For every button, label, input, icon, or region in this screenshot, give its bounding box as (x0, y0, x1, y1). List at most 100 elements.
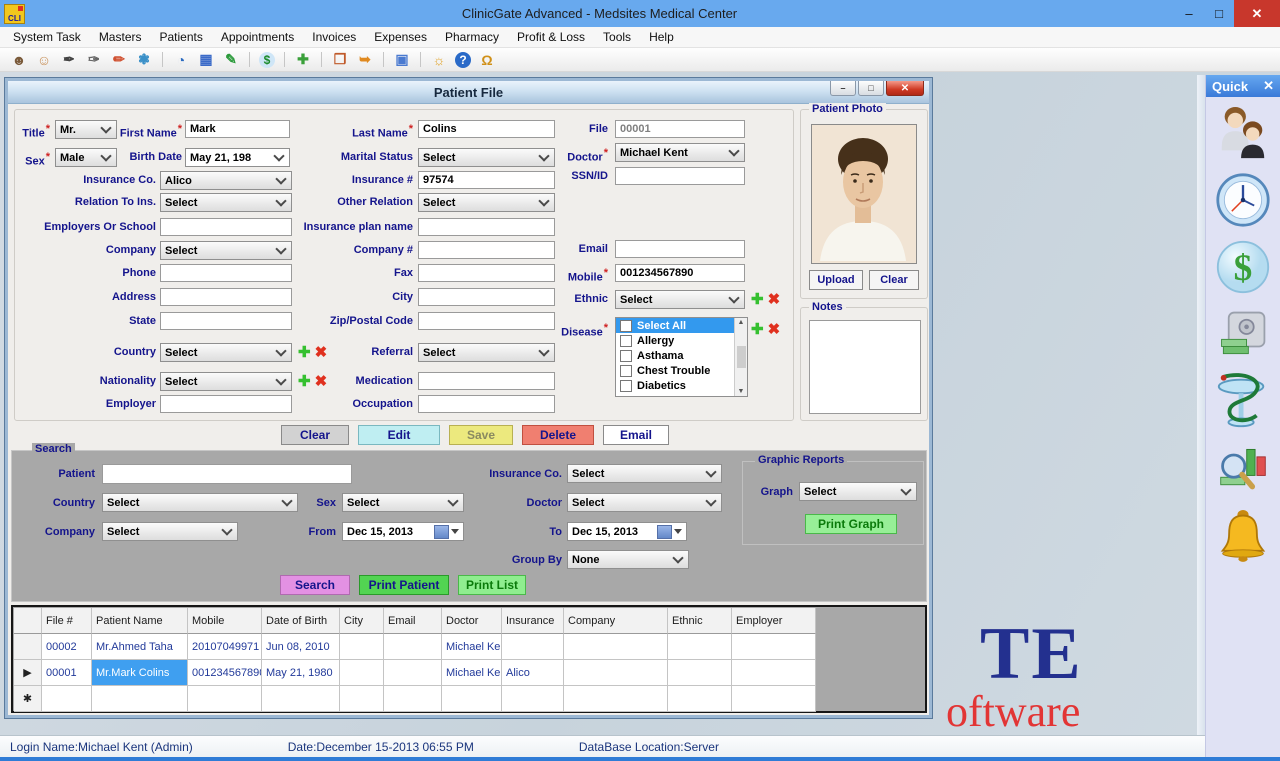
print-graph-button[interactable]: Print Graph (805, 514, 897, 534)
search-company-select[interactable]: Select (102, 522, 238, 541)
quick-billing-icon[interactable]: $ (1215, 239, 1271, 295)
other-relation-select[interactable]: Select (418, 193, 555, 212)
scroll-down-icon[interactable]: ▼ (738, 388, 745, 395)
title-select[interactable]: Mr. (55, 120, 117, 139)
bell-icon[interactable]: Ω (478, 51, 496, 69)
pen-icon[interactable]: ✏ (110, 51, 128, 69)
last-name-input[interactable]: Colins (418, 120, 555, 138)
gift-icon[interactable]: ❒ (331, 51, 349, 69)
col-file[interactable]: File # (42, 608, 92, 634)
col-doctor[interactable]: Doctor (442, 608, 502, 634)
dialog-minimize-button[interactable]: – (830, 81, 856, 96)
checkbox-icon[interactable] (620, 380, 632, 392)
menu-help[interactable]: Help (640, 28, 683, 46)
sex-select[interactable]: Male (55, 148, 117, 167)
col-city[interactable]: City (340, 608, 384, 634)
occupation-input[interactable] (418, 395, 555, 413)
add-ethnic-icon[interactable]: ✚ (751, 292, 764, 307)
menu-invoices[interactable]: Invoices (303, 28, 365, 46)
insurance-plan-input[interactable] (418, 218, 555, 236)
scroll-thumb[interactable] (737, 346, 746, 368)
search-to-date[interactable]: Dec 15, 2013 (567, 522, 687, 541)
search-patient-input[interactable] (102, 464, 352, 484)
menu-system-task[interactable]: System Task (4, 28, 90, 46)
delete-button[interactable]: Delete (522, 425, 594, 445)
col-email[interactable]: Email (384, 608, 442, 634)
quick-appointments-icon[interactable] (1215, 172, 1271, 228)
checkbox-icon[interactable] (620, 320, 632, 332)
checkbox-icon[interactable] (620, 365, 632, 377)
menu-pharmacy[interactable]: Pharmacy (436, 28, 508, 46)
fax-input[interactable] (418, 264, 555, 282)
disease-option-chest-trouble[interactable]: Chest Trouble (616, 363, 747, 378)
group-by-select[interactable]: None (567, 550, 689, 569)
search-from-date[interactable]: Dec 15, 2013 (342, 522, 464, 541)
checkbox-icon[interactable] (620, 335, 632, 347)
col-employer[interactable]: Employer (732, 608, 816, 634)
close-button[interactable]: ✕ (1234, 0, 1280, 27)
stylus-icon[interactable]: ✑ (85, 51, 103, 69)
zip-input[interactable] (418, 312, 555, 330)
graph-select[interactable]: Select (799, 482, 917, 501)
search-doctor-select[interactable]: Select (567, 493, 722, 512)
col-ethnic[interactable]: Ethnic (668, 608, 732, 634)
signature-icon[interactable]: ✒ (60, 51, 78, 69)
insurance-number-input[interactable]: 97574 (418, 171, 555, 189)
edit-button[interactable]: Edit (358, 425, 440, 445)
doctor-select[interactable]: Michael Kent (615, 143, 745, 162)
dialog-restore-button[interactable]: □ (858, 81, 884, 96)
clear-photo-button[interactable]: Clear (869, 270, 919, 290)
menu-masters[interactable]: Masters (90, 28, 151, 46)
quick-close-icon[interactable]: ✕ (1263, 78, 1274, 94)
delete-ethnic-icon[interactable]: ✖ (768, 292, 781, 307)
referral-select[interactable]: Select (418, 343, 555, 362)
maximize-button[interactable]: □ (1204, 0, 1234, 27)
mobile-input[interactable]: 001234567890 (615, 264, 745, 282)
menu-expenses[interactable]: Expenses (365, 28, 436, 46)
menu-appointments[interactable]: Appointments (212, 28, 303, 46)
disease-option-asthama[interactable]: Asthama (616, 348, 747, 363)
menu-patients[interactable]: Patients (151, 28, 212, 46)
checkbox-icon[interactable] (620, 350, 632, 362)
paint-icon[interactable]: ❃ (135, 51, 153, 69)
calendar-icon[interactable] (434, 525, 449, 539)
company-number-input[interactable] (418, 241, 555, 259)
notes-textarea[interactable] (809, 320, 921, 414)
search-button[interactable]: Search (280, 575, 350, 595)
table-new-row[interactable]: ✱ (14, 686, 816, 712)
calendar-cash-icon[interactable]: ▦ (197, 51, 215, 69)
disease-option-select-all[interactable]: Select All (616, 318, 747, 333)
print-list-button[interactable]: Print List (458, 575, 526, 595)
disease-listbox[interactable]: Select All Allergy Asthama Chest Trouble… (615, 317, 748, 397)
upload-photo-button[interactable]: Upload (809, 270, 863, 290)
search-insurance-select[interactable]: Select (567, 464, 722, 483)
disease-option-allergy[interactable]: Allergy (616, 333, 747, 348)
alarm-icon[interactable]: ☼ (430, 51, 448, 69)
print-patient-button[interactable]: Print Patient (359, 575, 449, 595)
disease-option-diabetics[interactable]: Diabetics (616, 378, 747, 393)
table-row[interactable]: 00002 Mr.Ahmed Taha 20107049971 Jun 08, … (14, 634, 816, 660)
row-selector[interactable] (14, 634, 42, 660)
col-company[interactable]: Company (564, 608, 668, 634)
delete-disease-icon[interactable]: ✖ (768, 322, 781, 337)
medicine-icon[interactable]: ✚ (294, 51, 312, 69)
disease-scrollbar[interactable]: ▲▼ (734, 318, 747, 396)
patient-icon[interactable]: ☺ (35, 51, 53, 69)
calendar-icon[interactable] (657, 525, 672, 539)
ethnic-select[interactable]: Select (615, 290, 745, 309)
quick-reminder-icon[interactable] (1215, 507, 1271, 563)
city-input[interactable] (418, 288, 555, 306)
undo-icon[interactable]: ➥ (356, 51, 374, 69)
minimize-button[interactable]: – (1174, 0, 1204, 27)
patients-icon[interactable]: ☻ (10, 51, 28, 69)
col-mobile[interactable]: Mobile (188, 608, 262, 634)
add-disease-icon[interactable]: ✚ (751, 322, 764, 337)
search-country-select[interactable]: Select (102, 493, 298, 512)
ssn-input[interactable] (615, 167, 745, 185)
table-row-selected[interactable]: ▶ 00001 Mr.Mark Colins 001234567890 May … (14, 660, 816, 686)
email-input[interactable] (615, 240, 745, 258)
quick-patients-icon[interactable] (1215, 105, 1271, 161)
clock-icon[interactable]: ◔ (172, 51, 190, 69)
dialog-close-button[interactable]: ✕ (886, 81, 924, 96)
quick-reports-icon[interactable] (1215, 440, 1271, 496)
